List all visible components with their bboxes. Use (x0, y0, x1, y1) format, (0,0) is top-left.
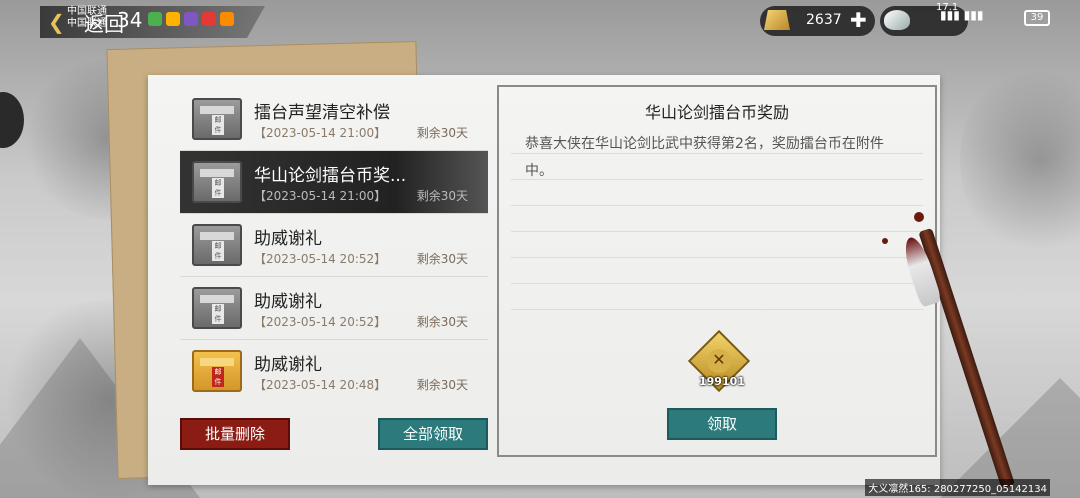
app-icon (166, 12, 180, 26)
mail-date: 【2023-05-14 20:52】 (254, 315, 387, 329)
mail-item[interactable]: 邮件 擂台声望清空补偿 【2023-05-14 21:00】 剩余30天 (180, 88, 488, 151)
clock: 34 (117, 8, 143, 32)
envelope-icon: 邮件 (192, 224, 242, 266)
envelope-label: 邮件 (212, 178, 224, 198)
mail-title: 助威谢礼 (254, 292, 322, 312)
status-bar: ❮ 中国联通 中国联通 返回 34 2637 ✚ ▮▮▮ ▮▮▮ 17.1 39 (0, 0, 1080, 40)
envelope-icon: 邮件 (192, 287, 242, 329)
arena-coin-emblem-icon: ✕ (707, 349, 731, 373)
envelope-label: 邮件 (212, 241, 224, 261)
mail-remaining: 剩余30天 (416, 378, 468, 392)
add-gold-icon[interactable]: ✚ (850, 8, 867, 32)
divider (511, 309, 923, 310)
mail-date: 【2023-05-14 21:00】 (254, 189, 387, 203)
silver-amount: 17.1 (936, 2, 959, 13)
envelope-label: 邮件 (212, 304, 224, 324)
back-arrow-icon[interactable]: ❮ (48, 10, 65, 34)
app-icon (220, 12, 234, 26)
app-icon (202, 12, 216, 26)
envelope-label: 邮件 (212, 367, 224, 387)
mail-title: 擂台声望清空补偿 (254, 103, 390, 123)
mail-date: 【2023-05-14 20:52】 (254, 252, 387, 266)
mail-detail-panel: 华山论剑擂台币奖励 恭喜大侠在华山论剑比武中获得第2名，奖励擂台币在附件中。 ✕… (497, 85, 937, 457)
ink-splatter (914, 212, 924, 222)
battery-icon: 39 (1024, 10, 1050, 26)
envelope-icon: 邮件 (192, 98, 242, 140)
envelope-label: 邮件 (212, 115, 224, 135)
mail-date: 【2023-05-14 20:48】 (254, 378, 387, 392)
new-envelope-icon: 邮件 (192, 350, 242, 392)
mail-item-selected[interactable]: 邮件 华山论剑擂台币奖... 【2023-05-14 21:00】 剩余30天 (180, 151, 488, 214)
mail-title: 助威谢礼 (254, 229, 322, 249)
mail-title: 助威谢礼 (254, 355, 322, 375)
notification-icons (148, 12, 234, 26)
claim-button[interactable]: 领取 (667, 408, 777, 440)
mail-detail-body: 恭喜大侠在华山论剑比武中获得第2名，奖励擂台币在附件中。 (525, 136, 884, 179)
divider (511, 283, 923, 284)
app-icon (148, 12, 162, 26)
mail-item[interactable]: 邮件 助威谢礼 【2023-05-14 20:48】 剩余30天 (180, 340, 488, 403)
divider (511, 257, 923, 258)
mail-item[interactable]: 邮件 助威谢礼 【2023-05-14 20:52】 剩余30天 (180, 277, 488, 340)
mail-date: 【2023-05-14 21:00】 (254, 126, 387, 140)
divider (511, 205, 923, 206)
envelope-icon: 邮件 (192, 161, 242, 203)
divider (511, 231, 923, 232)
mail-title: 华山论剑擂台币奖... (254, 166, 407, 186)
mail-item[interactable]: 邮件 助威谢礼 【2023-05-14 20:52】 剩余30天 (180, 214, 488, 277)
mail-detail-title: 华山论剑擂台币奖励 (644, 103, 789, 122)
mail-remaining: 剩余30天 (416, 252, 468, 266)
mail-remaining: 剩余30天 (416, 315, 468, 329)
batch-delete-button[interactable]: 批量删除 (180, 418, 290, 450)
mail-list: 邮件 擂台声望清空补偿 【2023-05-14 21:00】 剩余30天 邮件 … (180, 88, 488, 403)
ink-splatter (882, 238, 888, 244)
gold-ingot-icon (764, 10, 790, 30)
mail-remaining: 剩余30天 (416, 189, 468, 203)
gold-amount: 2637 (806, 12, 842, 28)
mail-remaining: 剩余30天 (416, 126, 468, 140)
watermark: 大义凛然165: 280277250_05142134 (865, 479, 1050, 496)
app-icon (184, 12, 198, 26)
silver-ingot-icon (884, 10, 910, 30)
reward-count: 199101 (699, 375, 745, 388)
claim-all-button[interactable]: 全部领取 (378, 418, 488, 450)
